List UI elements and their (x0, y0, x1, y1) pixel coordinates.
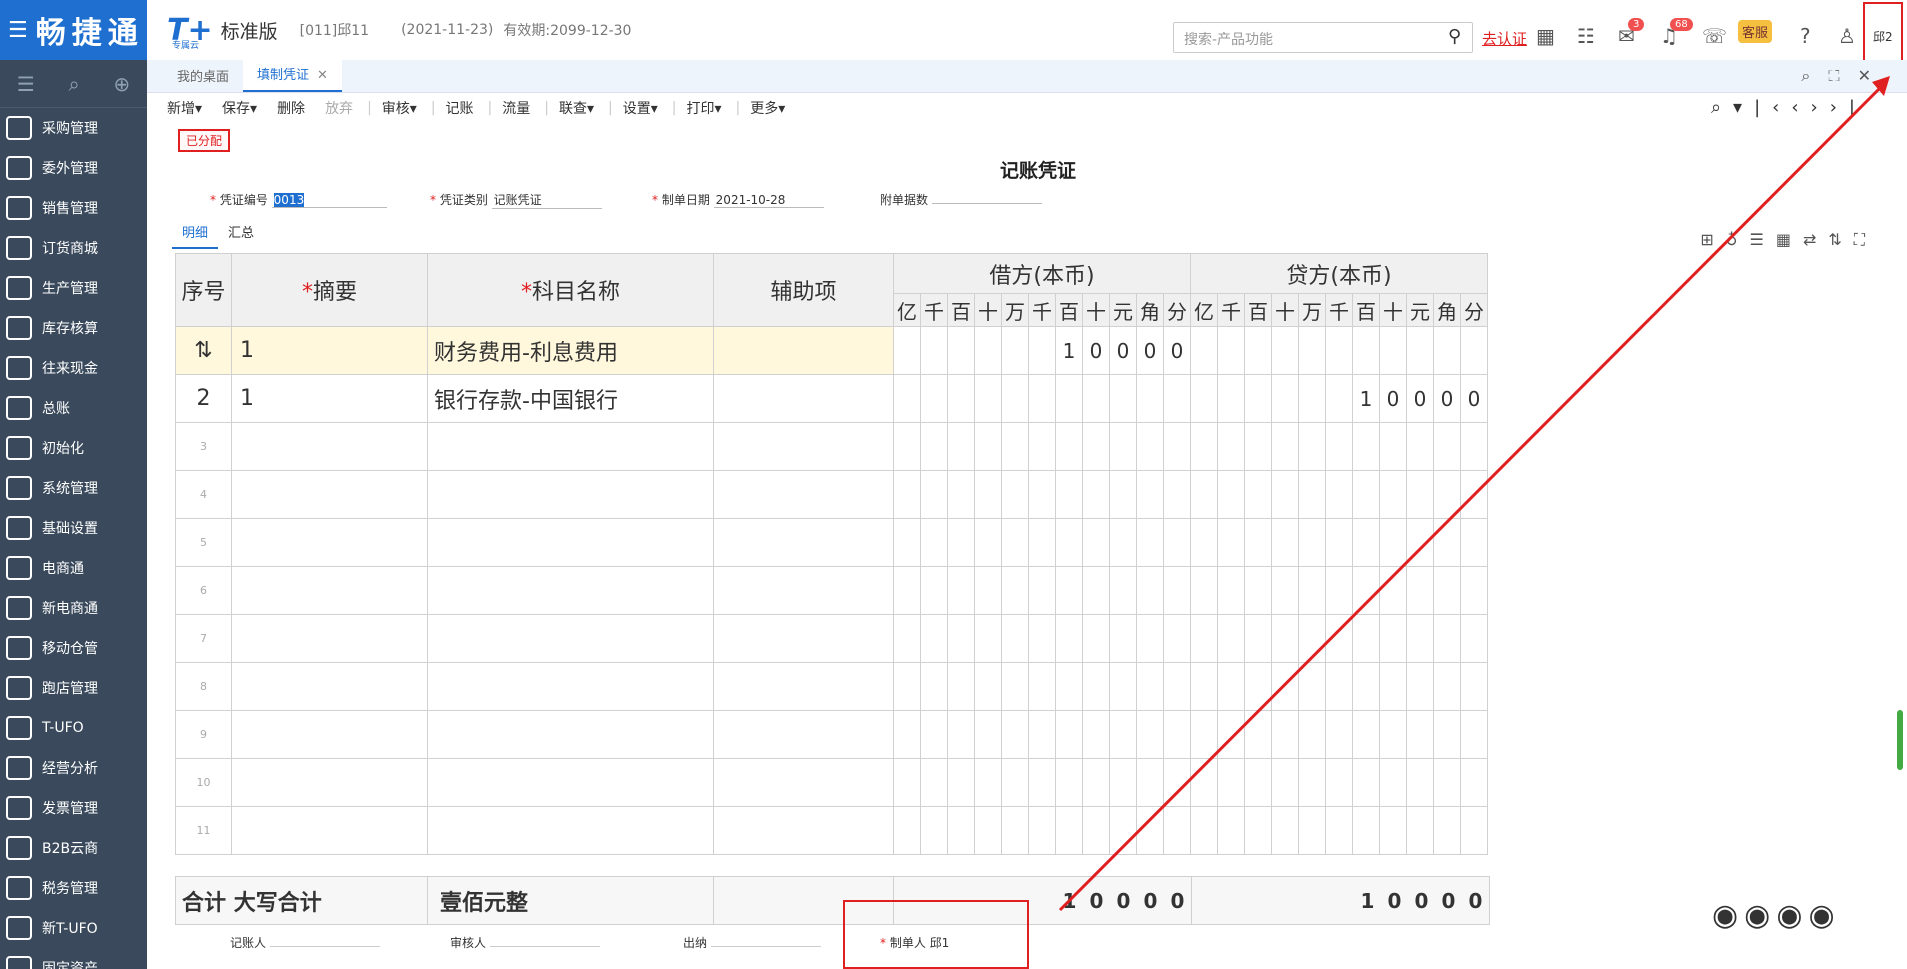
scrollbar[interactable] (1897, 710, 1903, 770)
annotation-arrow (1058, 76, 1890, 912)
decoration-mascot: ◉◉◉◉ (1712, 898, 1841, 933)
